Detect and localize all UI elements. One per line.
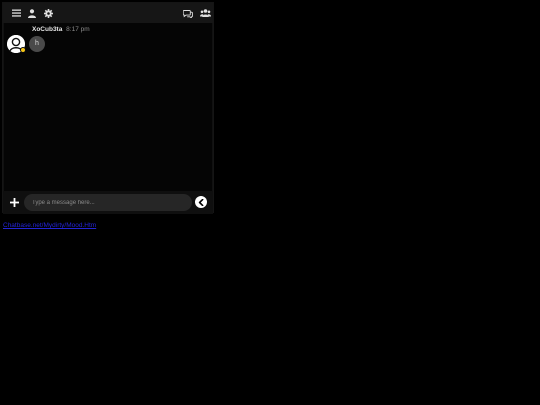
chevron-left-icon	[198, 198, 204, 206]
top-bar	[3, 3, 213, 23]
chat-bubbles-icon[interactable]	[181, 6, 195, 20]
plus-icon	[9, 197, 19, 207]
menu-icon[interactable]	[9, 6, 23, 20]
message-input[interactable]	[24, 194, 192, 211]
send-button[interactable]	[195, 196, 207, 208]
chatbase-link[interactable]: Chatbase.net/Mydirty/Mood.Htm	[3, 222, 96, 229]
message-composer	[3, 191, 213, 214]
message-list[interactable]: XoCub3ta 8:17 pm h	[3, 23, 213, 191]
gear-icon[interactable]	[41, 6, 55, 20]
user-icon[interactable]	[25, 6, 39, 20]
add-attachment-button[interactable]	[7, 195, 21, 209]
chat-window: XoCub3ta 8:17 pm h	[2, 2, 214, 214]
message-bubble: h	[29, 36, 45, 52]
message-input-wrapper	[24, 194, 192, 211]
message-timestamp: 8:17 pm	[66, 26, 90, 33]
users-icon[interactable]	[198, 6, 212, 20]
message-username[interactable]: XoCub3ta	[32, 26, 62, 33]
presence-status-dot	[20, 47, 26, 53]
message-header: XoCub3ta 8:17 pm	[32, 26, 90, 34]
